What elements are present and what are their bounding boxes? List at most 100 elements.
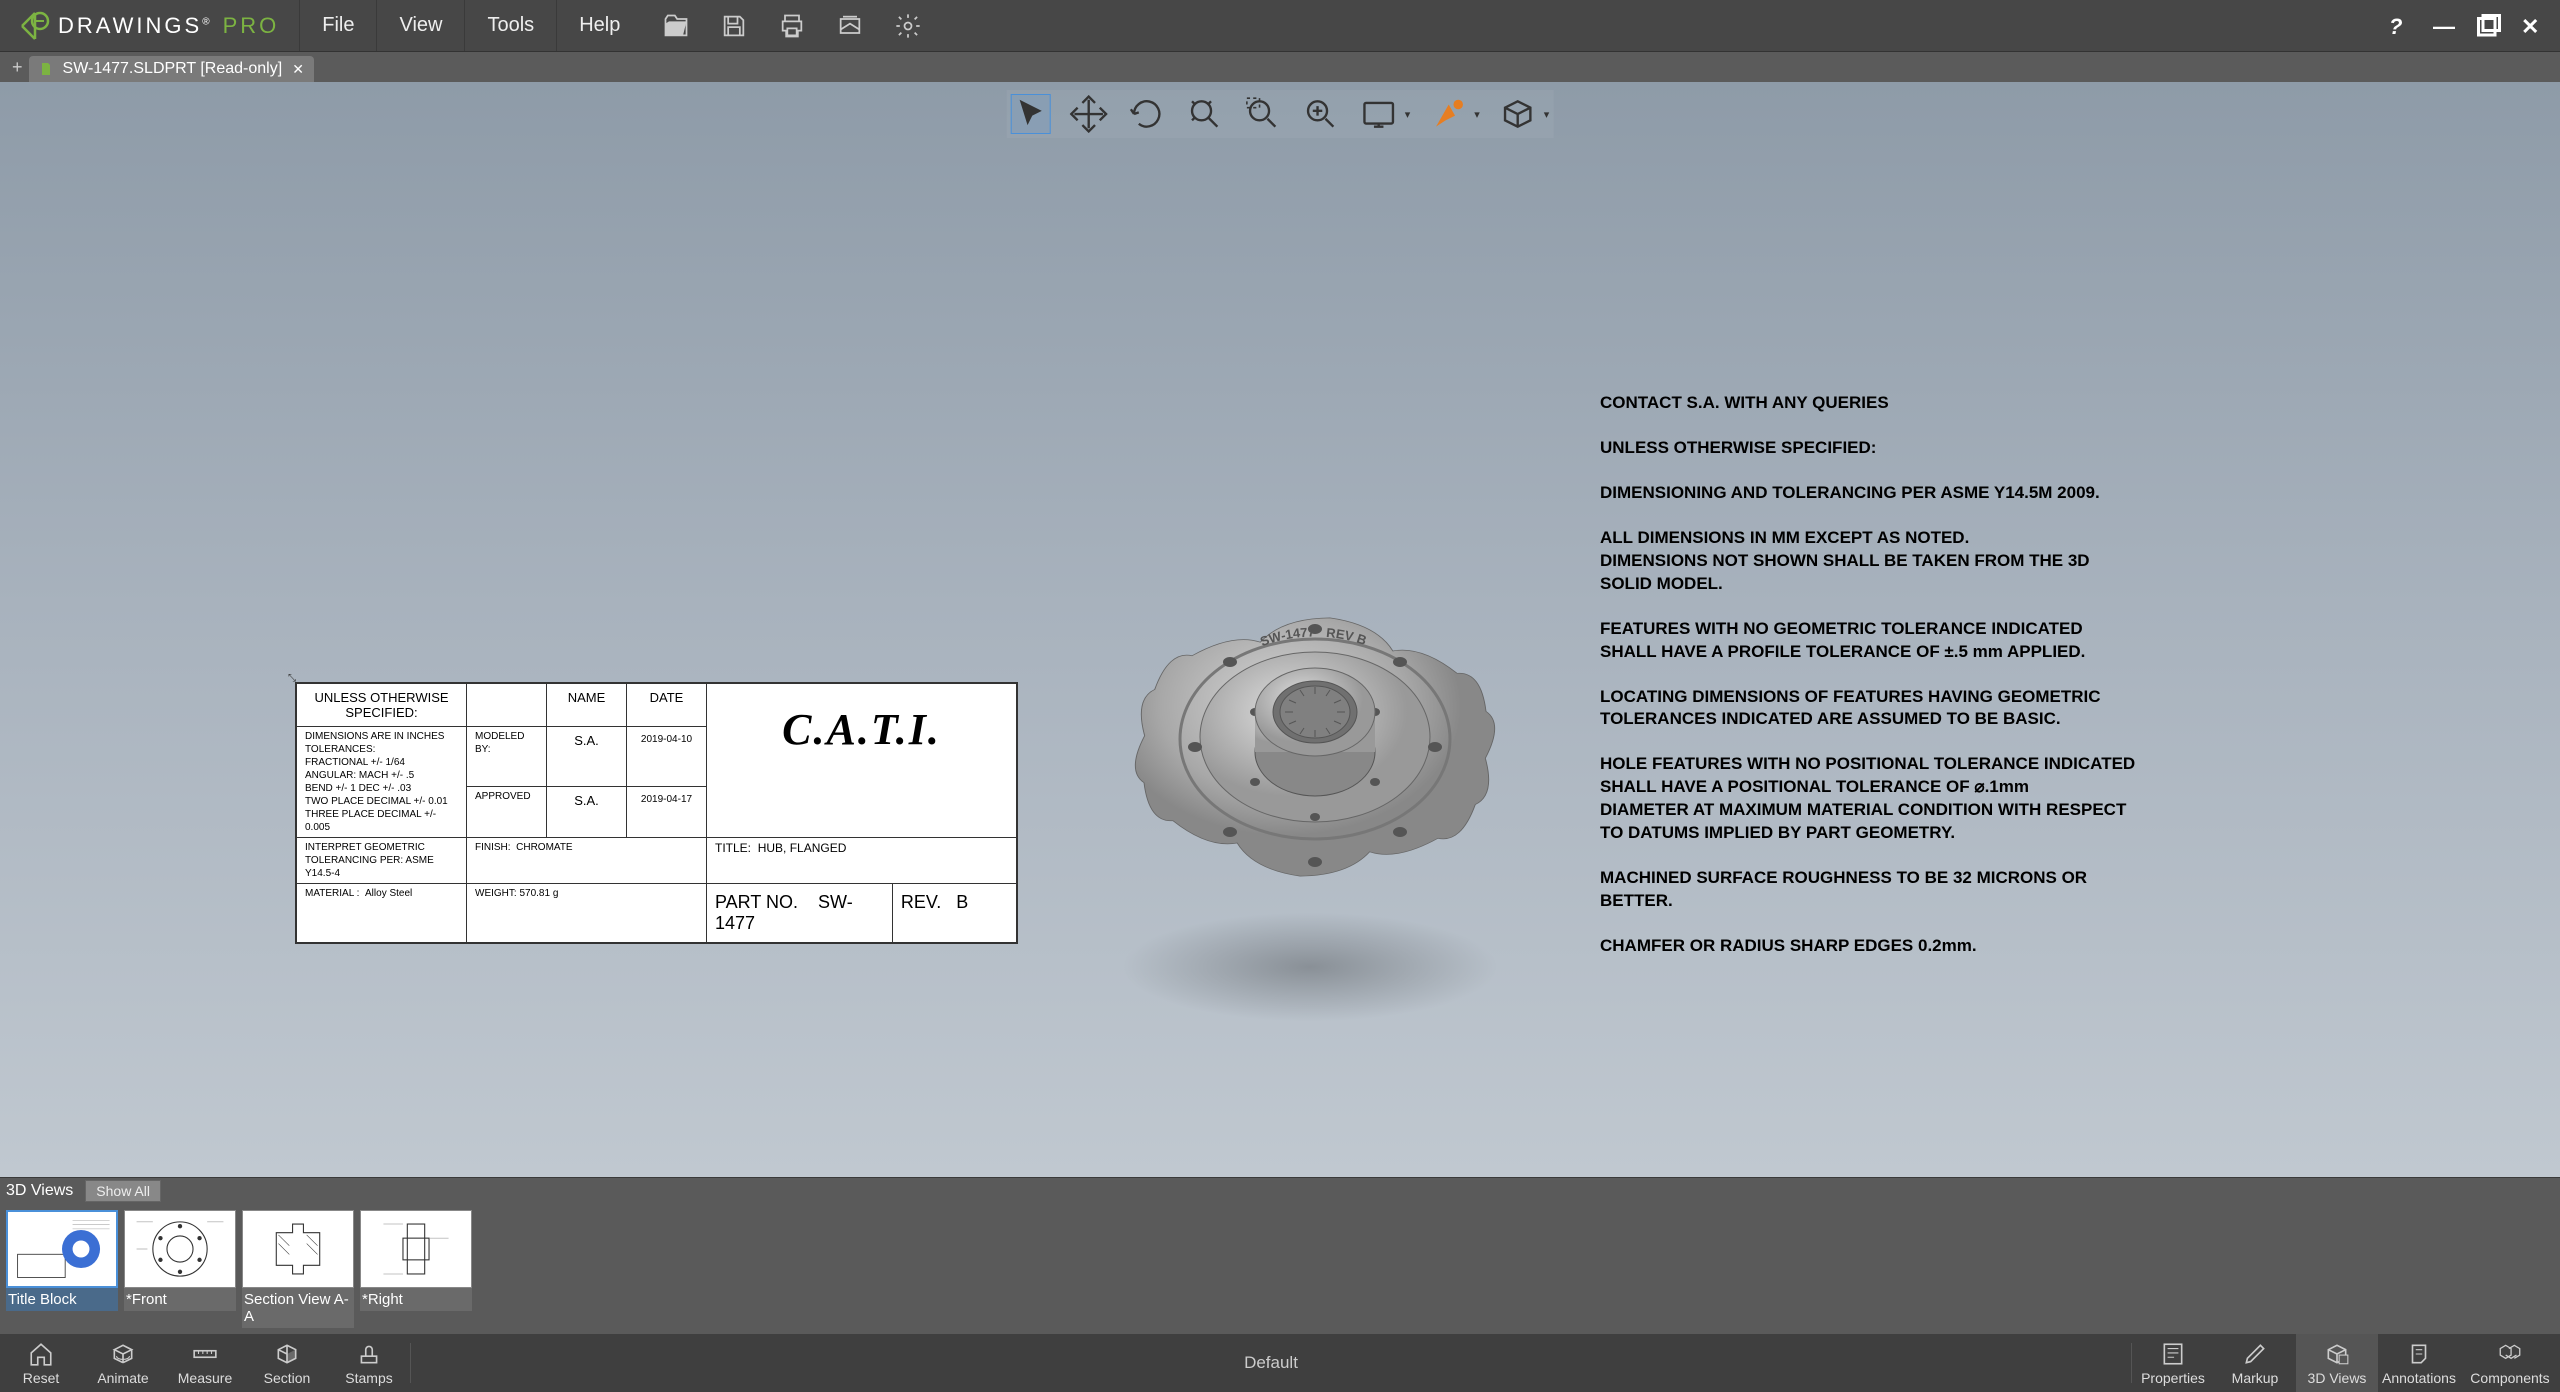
tb-finish: FINISH: CHROMATE — [467, 838, 707, 884]
note-line: LOCATING DIMENSIONS OF FEATURES HAVING G… — [1600, 686, 2140, 732]
app-name: DRAWINGS® — [58, 13, 213, 39]
model-shadow — [1120, 912, 1500, 1022]
views-title: 3D Views — [6, 1182, 73, 1200]
note-line: CHAMFER OR RADIUS SHARP EDGES 0.2mm. — [1600, 935, 2140, 958]
menubar: DRAWINGS® PRO File View Tools Help ? — ✕ — [0, 0, 2560, 52]
3dviews-icon — [2324, 1341, 2350, 1367]
edrawings-logo-icon — [20, 11, 50, 41]
appearance-tool[interactable] — [1428, 94, 1468, 134]
views-panel: 3D Views Show All Title Block *Front Sec… — [0, 1177, 2560, 1334]
thumb-label: Title Block — [6, 1288, 118, 1311]
menu-view[interactable]: View — [376, 0, 464, 51]
tb-interpret: INTERPRET GEOMETRIC TOLERANCING PER: ASM… — [297, 838, 467, 884]
menu-file[interactable]: File — [299, 0, 376, 51]
window-controls: ? — ✕ — [2389, 14, 2560, 38]
help-icon[interactable]: ? — [2389, 14, 2413, 38]
annotations-icon — [2406, 1341, 2432, 1367]
animate-button[interactable]: Animate — [82, 1334, 164, 1392]
zoom-area-tool[interactable] — [1243, 94, 1283, 134]
drawing-notes: CONTACT S.A. WITH ANY QUERIES UNLESS OTH… — [1600, 392, 2140, 980]
add-tab-button[interactable]: + — [6, 57, 29, 78]
show-all-button[interactable]: Show All — [85, 1180, 161, 1202]
tb-modeled-date: 2019-04-10 — [627, 727, 707, 787]
title-block: ⤡ UNLESS OTHERWISE SPECIFIED: NAME DATE … — [295, 682, 1018, 944]
thumb-label: *Right — [360, 1288, 472, 1311]
save-icon[interactable] — [720, 12, 748, 40]
pan-tool[interactable] — [1069, 94, 1109, 134]
rotate-tool[interactable] — [1127, 94, 1167, 134]
thumb-image — [242, 1210, 354, 1288]
markup-button[interactable]: Markup — [2214, 1334, 2296, 1392]
document-tab[interactable]: SW-1477.SLDPRT [Read-only] ✕ — [29, 56, 314, 82]
measure-icon — [192, 1341, 218, 1367]
tabbar: + SW-1477.SLDPRT [Read-only] ✕ — [0, 52, 2560, 82]
close-icon[interactable]: ✕ — [2521, 14, 2545, 38]
thumb-label: *Front — [124, 1288, 236, 1311]
tb-approved-date: 2019-04-17 — [627, 787, 707, 838]
tb-modeled-name: S.A. — [547, 727, 627, 787]
tb-col-date: DATE — [627, 684, 707, 727]
3dviews-button[interactable]: 3D Views — [2296, 1334, 2378, 1392]
model-view[interactable]: SW-1477 REV B — [1090, 522, 1540, 972]
resize-handle-icon[interactable]: ⤡ — [288, 673, 296, 684]
send-icon[interactable] — [836, 12, 864, 40]
markup-icon — [2242, 1341, 2268, 1367]
note-line: FEATURES WITH NO GEOMETRIC TOLERANCE IND… — [1600, 618, 2140, 664]
tb-approved-name: S.A. — [547, 787, 627, 838]
section-button[interactable]: Section — [246, 1334, 328, 1392]
reset-button[interactable]: Reset — [0, 1334, 82, 1392]
tb-company: C.A.T.I. — [707, 684, 1017, 838]
animate-icon — [110, 1341, 136, 1367]
note-line: UNLESS OTHERWISE SPECIFIED: — [1600, 437, 2140, 460]
thumb-title-block[interactable]: Title Block — [6, 1210, 118, 1328]
viewport[interactable]: ▾ ▾ ▾ ⤡ UNLESS OTHERWISE SPECIFIED: NAME… — [0, 82, 2560, 1177]
tab-doc-icon — [39, 62, 53, 76]
stamps-icon — [356, 1341, 382, 1367]
stamps-button[interactable]: Stamps — [328, 1334, 410, 1392]
print-icon[interactable] — [778, 12, 806, 40]
bottom-bar: Reset Animate Measure Section Stamps Def… — [0, 1334, 2560, 1392]
status-text: Default — [411, 1353, 2131, 1373]
maximize-icon[interactable] — [2477, 14, 2501, 38]
zoom-tool[interactable] — [1301, 94, 1341, 134]
note-line: MACHINED SURFACE ROUGHNESS TO BE 32 MICR… — [1600, 867, 2140, 913]
thumb-section[interactable]: Section View A-A — [242, 1210, 354, 1328]
thumb-image — [6, 1210, 118, 1288]
measure-button[interactable]: Measure — [164, 1334, 246, 1392]
display-style-dropdown[interactable]: ▾ — [1405, 108, 1411, 121]
perspective-tool[interactable] — [1498, 94, 1538, 134]
thumb-front[interactable]: *Front — [124, 1210, 236, 1328]
tb-modeled-label: MODELED BY: — [467, 727, 547, 787]
menu-tools[interactable]: Tools — [464, 0, 556, 51]
tab-close-icon[interactable]: ✕ — [292, 61, 304, 78]
components-button[interactable]: Components — [2460, 1334, 2560, 1392]
select-tool[interactable] — [1011, 94, 1051, 134]
bottom-right-tools: Properties Markup 3D Views Annotations C… — [2132, 1334, 2560, 1392]
bottom-left-tools: Reset Animate Measure Section Stamps — [0, 1334, 410, 1392]
thumb-right[interactable]: *Right — [360, 1210, 472, 1328]
section-icon — [274, 1341, 300, 1367]
tb-material: MATERIAL : Alloy Steel — [297, 884, 467, 943]
settings-icon[interactable] — [894, 12, 922, 40]
app-suffix: PRO — [223, 13, 280, 39]
properties-button[interactable]: Properties — [2132, 1334, 2214, 1392]
flanged-hub-icon: SW-1477 REV B — [1090, 522, 1540, 972]
annotations-button[interactable]: Annotations — [2378, 1334, 2460, 1392]
display-style-tool[interactable] — [1359, 94, 1399, 134]
views-header: 3D Views Show All — [0, 1178, 2560, 1204]
toolbar-icons — [662, 12, 922, 40]
open-icon[interactable] — [662, 12, 690, 40]
tb-col-name: NAME — [547, 684, 627, 727]
thumb-image — [124, 1210, 236, 1288]
app-logo: DRAWINGS® PRO — [0, 0, 299, 51]
thumb-image — [360, 1210, 472, 1288]
menu-items: File View Tools Help — [299, 0, 642, 51]
perspective-dropdown[interactable]: ▾ — [1544, 108, 1550, 121]
menu-help[interactable]: Help — [556, 0, 642, 51]
tb-weight: WEIGHT: 570.81 g — [467, 884, 707, 943]
appearance-dropdown[interactable]: ▾ — [1474, 108, 1480, 121]
views-thumbs: Title Block *Front Section View A-A *Rig… — [0, 1204, 2560, 1334]
zoom-fit-tool[interactable] — [1185, 94, 1225, 134]
minimize-icon[interactable]: — — [2433, 14, 2457, 38]
tb-tolerances: DIMENSIONS ARE IN INCHES TOLERANCES: FRA… — [297, 727, 467, 838]
